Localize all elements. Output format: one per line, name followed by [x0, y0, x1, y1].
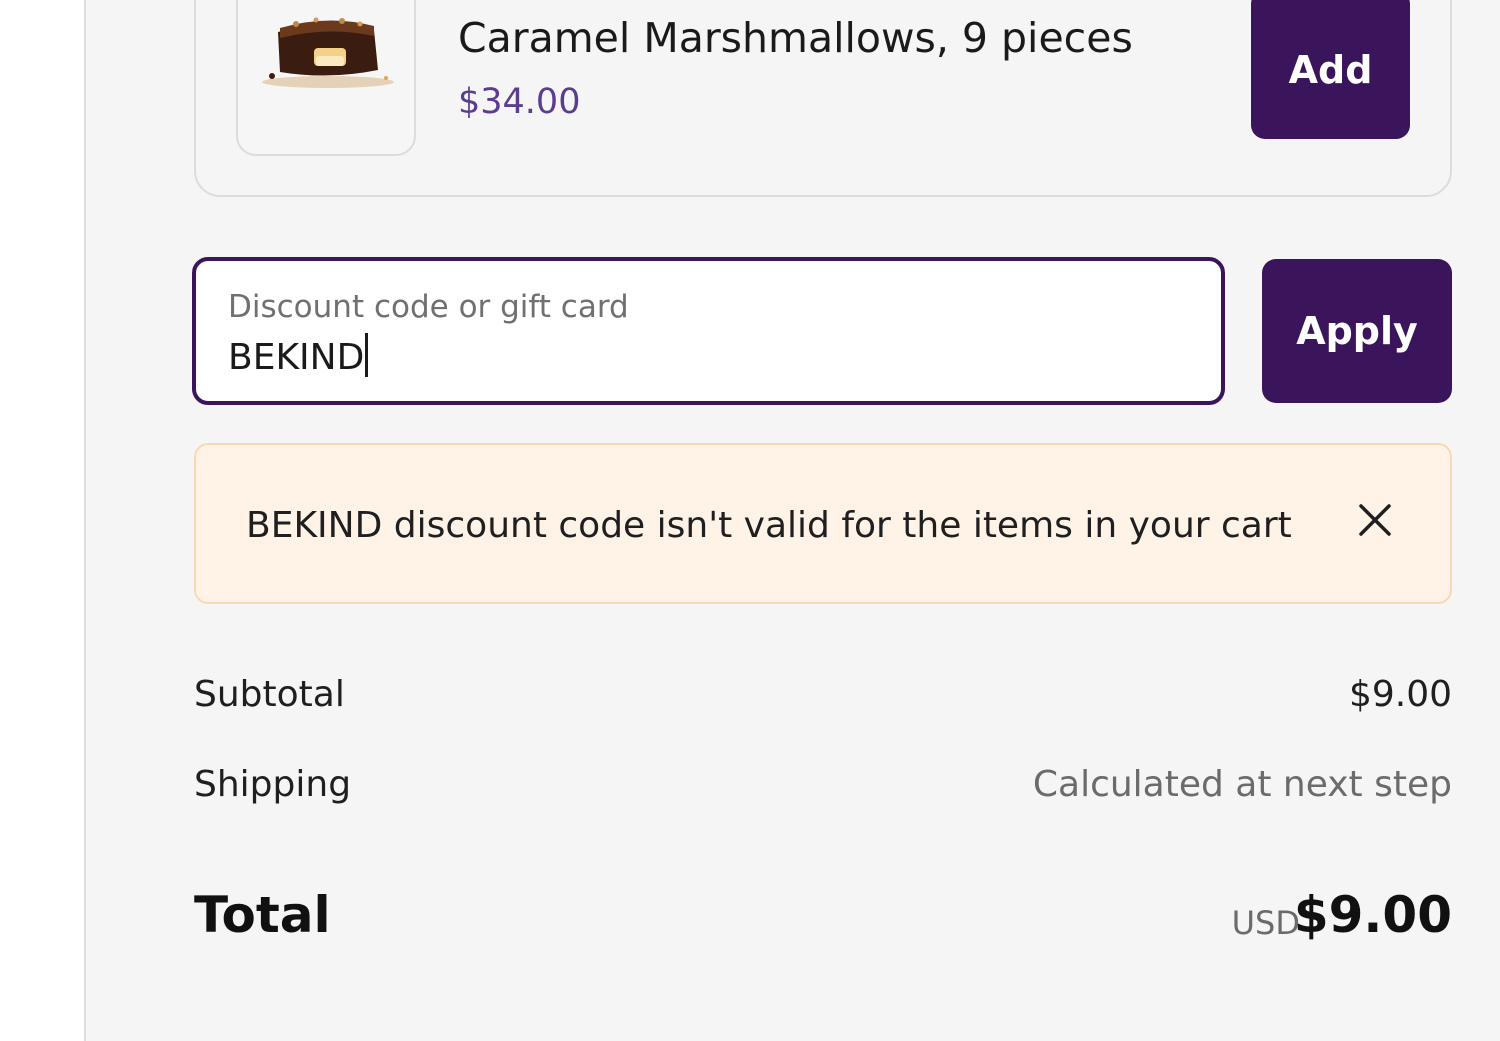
warning-message: BEKIND discount code isn't valid for the…	[246, 505, 1292, 546]
warning-code: BEKIND	[246, 505, 383, 546]
text-caret	[365, 333, 369, 377]
discount-input-value: BEKIND	[228, 337, 365, 378]
apply-button[interactable]: Apply	[1262, 259, 1452, 403]
total-value: $9.00	[1293, 886, 1452, 944]
warning-message-text: discount code isn't valid for the items …	[382, 505, 1292, 546]
product-title: Caramel Marshmallows, 9 pieces	[458, 14, 1133, 62]
add-button[interactable]: Add	[1251, 0, 1410, 139]
total-currency: USD	[1231, 904, 1300, 942]
shipping-value: Calculated at next step	[1032, 764, 1452, 805]
subtotal-value: $9.00	[1348, 674, 1452, 715]
discount-code-field[interactable]: Discount code or gift card BEKIND	[192, 257, 1225, 405]
subtotal-label: Subtotal	[194, 674, 345, 715]
product-thumbnail	[236, 0, 416, 156]
discount-field-label: Discount code or gift card	[228, 289, 629, 325]
close-icon[interactable]	[1358, 503, 1392, 537]
chocolate-caramel-image	[262, 17, 394, 88]
product-price: $34.00	[458, 82, 581, 122]
shipping-label: Shipping	[194, 764, 352, 805]
discount-input[interactable]: BEKIND	[228, 333, 369, 381]
total-label: Total	[194, 886, 331, 944]
discount-warning-banner: BEKIND discount code isn't valid for the…	[194, 443, 1452, 604]
